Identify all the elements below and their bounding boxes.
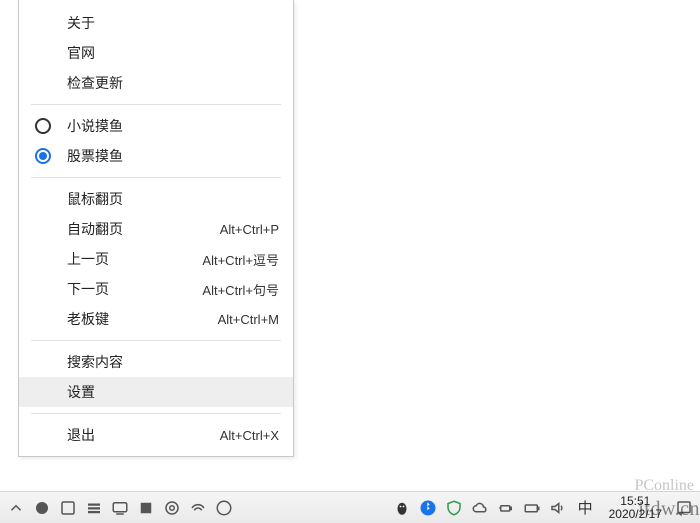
menu-separator [31, 340, 281, 341]
tray-app-icon[interactable] [188, 498, 208, 518]
taskbar-left [6, 498, 234, 518]
security-shield-icon[interactable] [444, 498, 464, 518]
qq-icon[interactable] [392, 498, 412, 518]
menu-auto-page[interactable]: 自动翻页 Alt+Ctrl+P [19, 214, 293, 244]
taskbar-clock[interactable]: 15:51 2020/2/17 [609, 495, 662, 520]
menu-separator [31, 177, 281, 178]
tray-app-icon[interactable] [32, 498, 52, 518]
menu-label: 小说摸鱼 [67, 116, 279, 136]
menu-shortcut: Alt+Ctrl+X [220, 428, 279, 443]
taskbar-system-tray: 中 15:51 2020/2/17 [392, 495, 694, 520]
menu-settings[interactable]: 设置 [19, 377, 293, 407]
menu-exit[interactable]: 退出 Alt+Ctrl+X [19, 420, 293, 450]
menu-shortcut: Alt+Ctrl+逗号 [202, 250, 279, 269]
radio-icon [35, 118, 51, 134]
menu-mode-novel[interactable]: 小说摸鱼 [19, 111, 293, 141]
menu-separator [31, 104, 281, 105]
menu-label: 官网 [67, 43, 279, 63]
tray-app-icon[interactable] [84, 498, 104, 518]
menu-mode-stock[interactable]: 股票摸鱼 [19, 141, 293, 171]
tray-context-menu: 关于 官网 检查更新 小说摸鱼 股票摸鱼 鼠标翻页 自动翻页 Alt+Ctrl+… [18, 0, 294, 457]
menu-label: 退出 [67, 425, 220, 445]
menu-mouse-page[interactable]: 鼠标翻页 [19, 184, 293, 214]
menu-shortcut: Alt+Ctrl+P [220, 222, 279, 237]
tray-app-icon[interactable] [136, 498, 156, 518]
menu-label: 下一页 [67, 279, 202, 299]
clock-time: 15:51 [620, 495, 650, 508]
bluetooth-icon[interactable] [418, 498, 438, 518]
menu-shortcut: Alt+Ctrl+句号 [202, 280, 279, 299]
menu-label: 自动翻页 [67, 219, 220, 239]
power-icon[interactable] [496, 498, 516, 518]
onedrive-icon[interactable] [470, 498, 490, 518]
menu-boss-key[interactable]: 老板键 Alt+Ctrl+M [19, 304, 293, 334]
menu-separator [31, 413, 281, 414]
tray-app-icon[interactable] [58, 498, 78, 518]
menu-next-page[interactable]: 下一页 Alt+Ctrl+句号 [19, 274, 293, 304]
menu-label: 设置 [67, 382, 279, 402]
radio-selected-icon [35, 148, 51, 164]
notification-center-icon[interactable] [674, 498, 694, 518]
tray-up-arrow-icon[interactable] [6, 498, 26, 518]
tray-app-icon[interactable] [162, 498, 182, 518]
menu-about[interactable]: 关于 [19, 8, 293, 38]
menu-search-content[interactable]: 搜索内容 [19, 347, 293, 377]
menu-official-site[interactable]: 官网 [19, 38, 293, 68]
volume-icon[interactable] [548, 498, 568, 518]
tray-app-icon[interactable] [214, 498, 234, 518]
menu-label: 关于 [67, 13, 279, 33]
tray-app-icon[interactable] [110, 498, 130, 518]
clock-date: 2020/2/17 [609, 508, 662, 521]
menu-label: 鼠标翻页 [67, 189, 279, 209]
battery-icon[interactable] [522, 498, 542, 518]
taskbar: 中 15:51 2020/2/17 [0, 491, 700, 523]
menu-check-update[interactable]: 检查更新 [19, 68, 293, 98]
menu-label: 上一页 [67, 249, 202, 269]
menu-label: 股票摸鱼 [67, 146, 279, 166]
ime-indicator[interactable]: 中 [574, 497, 597, 518]
menu-shortcut: Alt+Ctrl+M [218, 312, 279, 327]
menu-label: 搜索内容 [67, 352, 279, 372]
menu-label: 检查更新 [67, 73, 279, 93]
menu-label: 老板键 [67, 309, 218, 329]
menu-prev-page[interactable]: 上一页 Alt+Ctrl+逗号 [19, 244, 293, 274]
